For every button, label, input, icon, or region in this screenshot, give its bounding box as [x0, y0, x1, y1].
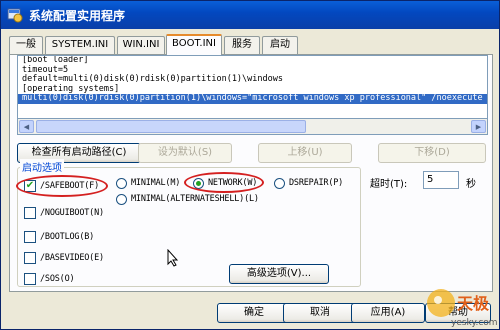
- scroll-left-icon[interactable]: ◀: [19, 120, 34, 133]
- dsrepair-label: DSREPAIR(P): [289, 178, 344, 188]
- ok-button[interactable]: 确定: [217, 303, 291, 323]
- watermark-site-text: yesky.com: [451, 318, 498, 328]
- minimal-alternateshell-label: MINIMAL(ALTERNATESHELL)(L): [131, 194, 259, 204]
- sos-checkbox[interactable]: [24, 273, 36, 285]
- tab-strip: 一般 SYSTEM.INI WIN.INI BOOT.INI 服务 启动: [9, 34, 493, 55]
- mouse-pointer-icon: [167, 249, 179, 267]
- bootlog-checkbox[interactable]: [24, 231, 36, 243]
- red-annotation-ellipse: [16, 175, 108, 197]
- tab-general[interactable]: 一般: [9, 36, 43, 54]
- minimal-label: MINIMAL(M): [131, 178, 181, 188]
- tab-services[interactable]: 服务: [224, 36, 260, 54]
- timeout-unit: 秒: [466, 179, 476, 190]
- cancel-button[interactable]: 取消: [283, 303, 357, 323]
- minimal-radio[interactable]: [116, 177, 127, 189]
- yesky-watermark-logo: 天极 yesky.com: [427, 289, 498, 328]
- dsrepair-option[interactable]: DSREPAIR(P): [274, 177, 343, 190]
- system-config-window: 系统配置实用程序 一般 SYSTEM.INI WIN.INI BOOT.INI …: [0, 0, 500, 330]
- basevideo-label: /BASEVIDEO(E): [40, 253, 104, 263]
- noguiboot-checkbox[interactable]: [24, 207, 36, 219]
- boot-ini-line[interactable]: [boot loader]: [18, 56, 487, 66]
- watermark-brand-text: 天极: [457, 294, 490, 313]
- set-default-button[interactable]: 设为默认(S): [138, 143, 232, 163]
- noguiboot-option[interactable]: /NOGUIBOOT(N): [24, 207, 104, 220]
- sos-option[interactable]: /SOS(O): [24, 273, 75, 286]
- boot-ini-line-selected[interactable]: multi(0)disk(0)rdisk(0)partition(1)\wind…: [18, 93, 487, 104]
- tab-startup[interactable]: 启动: [262, 36, 298, 54]
- timeout-input[interactable]: 5: [423, 171, 459, 189]
- minimal-option[interactable]: MINIMAL(M): [116, 177, 180, 190]
- timeout-label: 超时(T):: [370, 179, 408, 190]
- bootlog-label: /BOOTLOG(B): [40, 232, 95, 242]
- advanced-options-button[interactable]: 高级选项(V)...: [229, 264, 329, 284]
- horizontal-scrollbar[interactable]: ◀ ▶: [17, 119, 488, 135]
- bootlog-option[interactable]: /BOOTLOG(B): [24, 231, 94, 244]
- basevideo-option[interactable]: /BASEVIDEO(E): [24, 252, 104, 265]
- move-down-button[interactable]: 下移(D): [378, 143, 486, 163]
- scroll-thumb[interactable]: [36, 120, 306, 133]
- scroll-right-icon[interactable]: ▶: [471, 120, 486, 133]
- boot-options-legend: 启动选项: [20, 159, 64, 174]
- tab-boot-ini[interactable]: BOOT.INI: [166, 34, 222, 55]
- apply-button[interactable]: 应用(A): [351, 303, 425, 323]
- sos-label: /SOS(O): [40, 274, 75, 284]
- noguiboot-label: /NOGUIBOOT(N): [40, 208, 104, 218]
- minimal-alternateshell-option[interactable]: MINIMAL(ALTERNATESHELL)(L): [116, 193, 259, 206]
- red-annotation-ellipse: [184, 172, 264, 193]
- move-up-button[interactable]: 上移(U): [258, 143, 352, 163]
- tab-system-ini[interactable]: SYSTEM.INI: [45, 36, 115, 54]
- dsrepair-radio[interactable]: [274, 177, 285, 189]
- tab-win-ini[interactable]: WIN.INI: [117, 36, 165, 54]
- window-title: 系统配置实用程序: [29, 9, 126, 23]
- boot-ini-listbox[interactable]: [boot loader] timeout=5 default=multi(0)…: [17, 55, 488, 119]
- minimal-alternateshell-radio[interactable]: [116, 193, 127, 205]
- boot-ini-panel: [boot loader] timeout=5 default=multi(0)…: [9, 54, 493, 292]
- basevideo-checkbox[interactable]: [24, 252, 36, 264]
- title-bar[interactable]: 系统配置实用程序: [1, 1, 499, 29]
- msconfig-icon: [7, 8, 23, 23]
